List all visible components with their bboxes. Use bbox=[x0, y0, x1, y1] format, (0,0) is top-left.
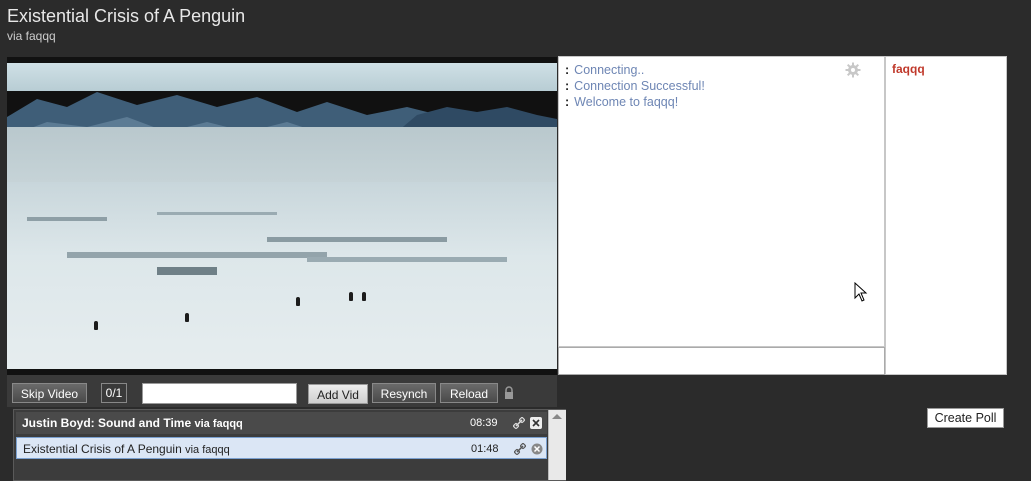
skip-counter: 0/1 bbox=[101, 383, 127, 403]
link-icon[interactable] bbox=[514, 443, 526, 455]
penguin bbox=[94, 321, 98, 330]
gear-icon[interactable] bbox=[845, 62, 861, 78]
user-list-item[interactable]: faqqq bbox=[892, 62, 925, 76]
playlist-item[interactable]: Justin Boyd: Sound and Time via faqqq 08… bbox=[16, 412, 547, 434]
penguin bbox=[296, 297, 300, 306]
chat-panel: : Connecting.. : Connection Successful! :W… bbox=[558, 56, 885, 347]
penguin bbox=[362, 292, 366, 301]
chat-input[interactable] bbox=[558, 347, 885, 375]
playlist-scrollbar[interactable] bbox=[548, 410, 566, 480]
scroll-up-arrow-icon[interactable] bbox=[552, 414, 562, 419]
playlist-item-active[interactable]: Existential Crisis of A Penguin via faqq… bbox=[16, 437, 547, 459]
skip-video-button[interactable]: Skip Video bbox=[12, 383, 87, 403]
reload-button[interactable]: Reload bbox=[440, 383, 498, 403]
playlist-item-duration: 08:39 bbox=[470, 417, 498, 429]
add-video-button[interactable]: Add Vid bbox=[308, 384, 368, 404]
playlist-item-via: via faqqq bbox=[185, 444, 230, 456]
penguin bbox=[349, 292, 353, 301]
page-title: Existential Crisis of A Penguin bbox=[7, 6, 246, 26]
chat-message: : Welcome to faqqq! bbox=[565, 95, 679, 109]
video-plain bbox=[7, 127, 557, 187]
chat-message: : Connection Successful! bbox=[565, 79, 705, 93]
close-icon[interactable] bbox=[530, 417, 542, 429]
playlist-item-title: Justin Boyd: Sound and Time via faqqq bbox=[22, 416, 243, 430]
playlist: Justin Boyd: Sound and Time via faqqq 08… bbox=[13, 409, 566, 481]
page-subtitle: via faqqq bbox=[7, 29, 56, 43]
player-controls: Skip Video 0/1 Add Vid Resynch Reload bbox=[7, 375, 557, 407]
create-poll-button[interactable]: Create Poll bbox=[927, 408, 1004, 428]
video-player[interactable] bbox=[7, 57, 557, 375]
remove-circle-icon[interactable] bbox=[531, 443, 543, 455]
chat-message: : Connecting.. bbox=[565, 63, 645, 77]
video-ice-ridges bbox=[27, 212, 507, 275]
mouse-cursor-icon bbox=[854, 282, 868, 302]
resynch-button[interactable]: Resynch bbox=[372, 383, 436, 403]
link-icon[interactable] bbox=[513, 417, 525, 429]
playlist-item-title: Existential Crisis of A Penguin via faqq… bbox=[23, 442, 230, 456]
video-url-input[interactable] bbox=[142, 383, 297, 404]
playlist-item-duration: 01:48 bbox=[471, 443, 499, 455]
lock-icon[interactable] bbox=[504, 386, 514, 400]
penguin bbox=[185, 313, 189, 322]
playlist-item-via: via faqqq bbox=[194, 418, 243, 430]
user-list: faqqq bbox=[885, 56, 1007, 375]
